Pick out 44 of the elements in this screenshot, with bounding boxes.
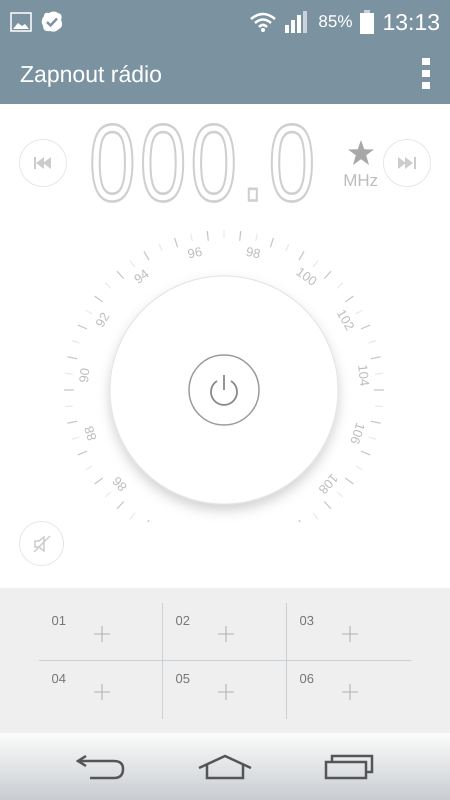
back-icon — [76, 754, 126, 780]
preset-slot[interactable]: 04 — [38, 660, 162, 718]
check-badge-icon — [40, 10, 64, 34]
recent-apps-icon — [324, 754, 374, 780]
frequency-scale-label: 102 — [334, 306, 358, 333]
add-icon — [342, 684, 358, 700]
frequency-scale-label: 86 — [109, 474, 130, 494]
skip-back-icon — [34, 157, 52, 169]
more-options-icon[interactable] — [422, 58, 430, 90]
add-icon — [218, 684, 234, 700]
frequency-scale-label: 90 — [76, 367, 92, 384]
next-station-button[interactable] — [383, 139, 431, 187]
add-icon — [218, 626, 234, 642]
frequency-scale-label: 92 — [92, 310, 112, 330]
add-icon — [94, 684, 110, 700]
wifi-icon — [250, 12, 276, 32]
frequency-scale-label: 106 — [347, 420, 368, 446]
previous-station-button[interactable] — [19, 139, 67, 187]
favorite-star-icon[interactable] — [348, 140, 374, 164]
preset-slot[interactable]: 03 — [286, 602, 410, 660]
frequency-scale-label: 94 — [131, 266, 152, 287]
frequency-scale-label: 96 — [186, 244, 204, 262]
add-icon — [94, 626, 110, 642]
battery-percentage: 85% — [318, 12, 352, 32]
skip-forward-icon — [398, 157, 416, 169]
frequency-scale-label: 88 — [81, 424, 100, 443]
battery-icon — [360, 10, 374, 34]
power-button[interactable] — [188, 354, 260, 426]
mute-button[interactable] — [19, 521, 64, 566]
preset-slot[interactable]: 01 — [38, 602, 162, 660]
speaker-muted-icon — [32, 534, 50, 552]
frequency-scale-label: 104 — [355, 364, 372, 387]
image-icon — [10, 12, 32, 32]
home-icon — [196, 754, 253, 780]
frequency-unit: MHz — [343, 170, 378, 190]
clock: 13:13 — [382, 8, 440, 36]
frequency-scale-label: 100 — [293, 264, 320, 289]
preset-slot[interactable]: 02 — [162, 602, 286, 660]
frequency-scale-label: 98 — [244, 244, 262, 262]
screen-title: Zapnout rádio — [20, 60, 163, 88]
add-icon — [342, 626, 358, 642]
frequency-scale-label: 108 — [316, 470, 342, 498]
preset-slot[interactable]: 06 — [286, 660, 410, 718]
preset-slot[interactable]: 05 — [162, 660, 286, 718]
